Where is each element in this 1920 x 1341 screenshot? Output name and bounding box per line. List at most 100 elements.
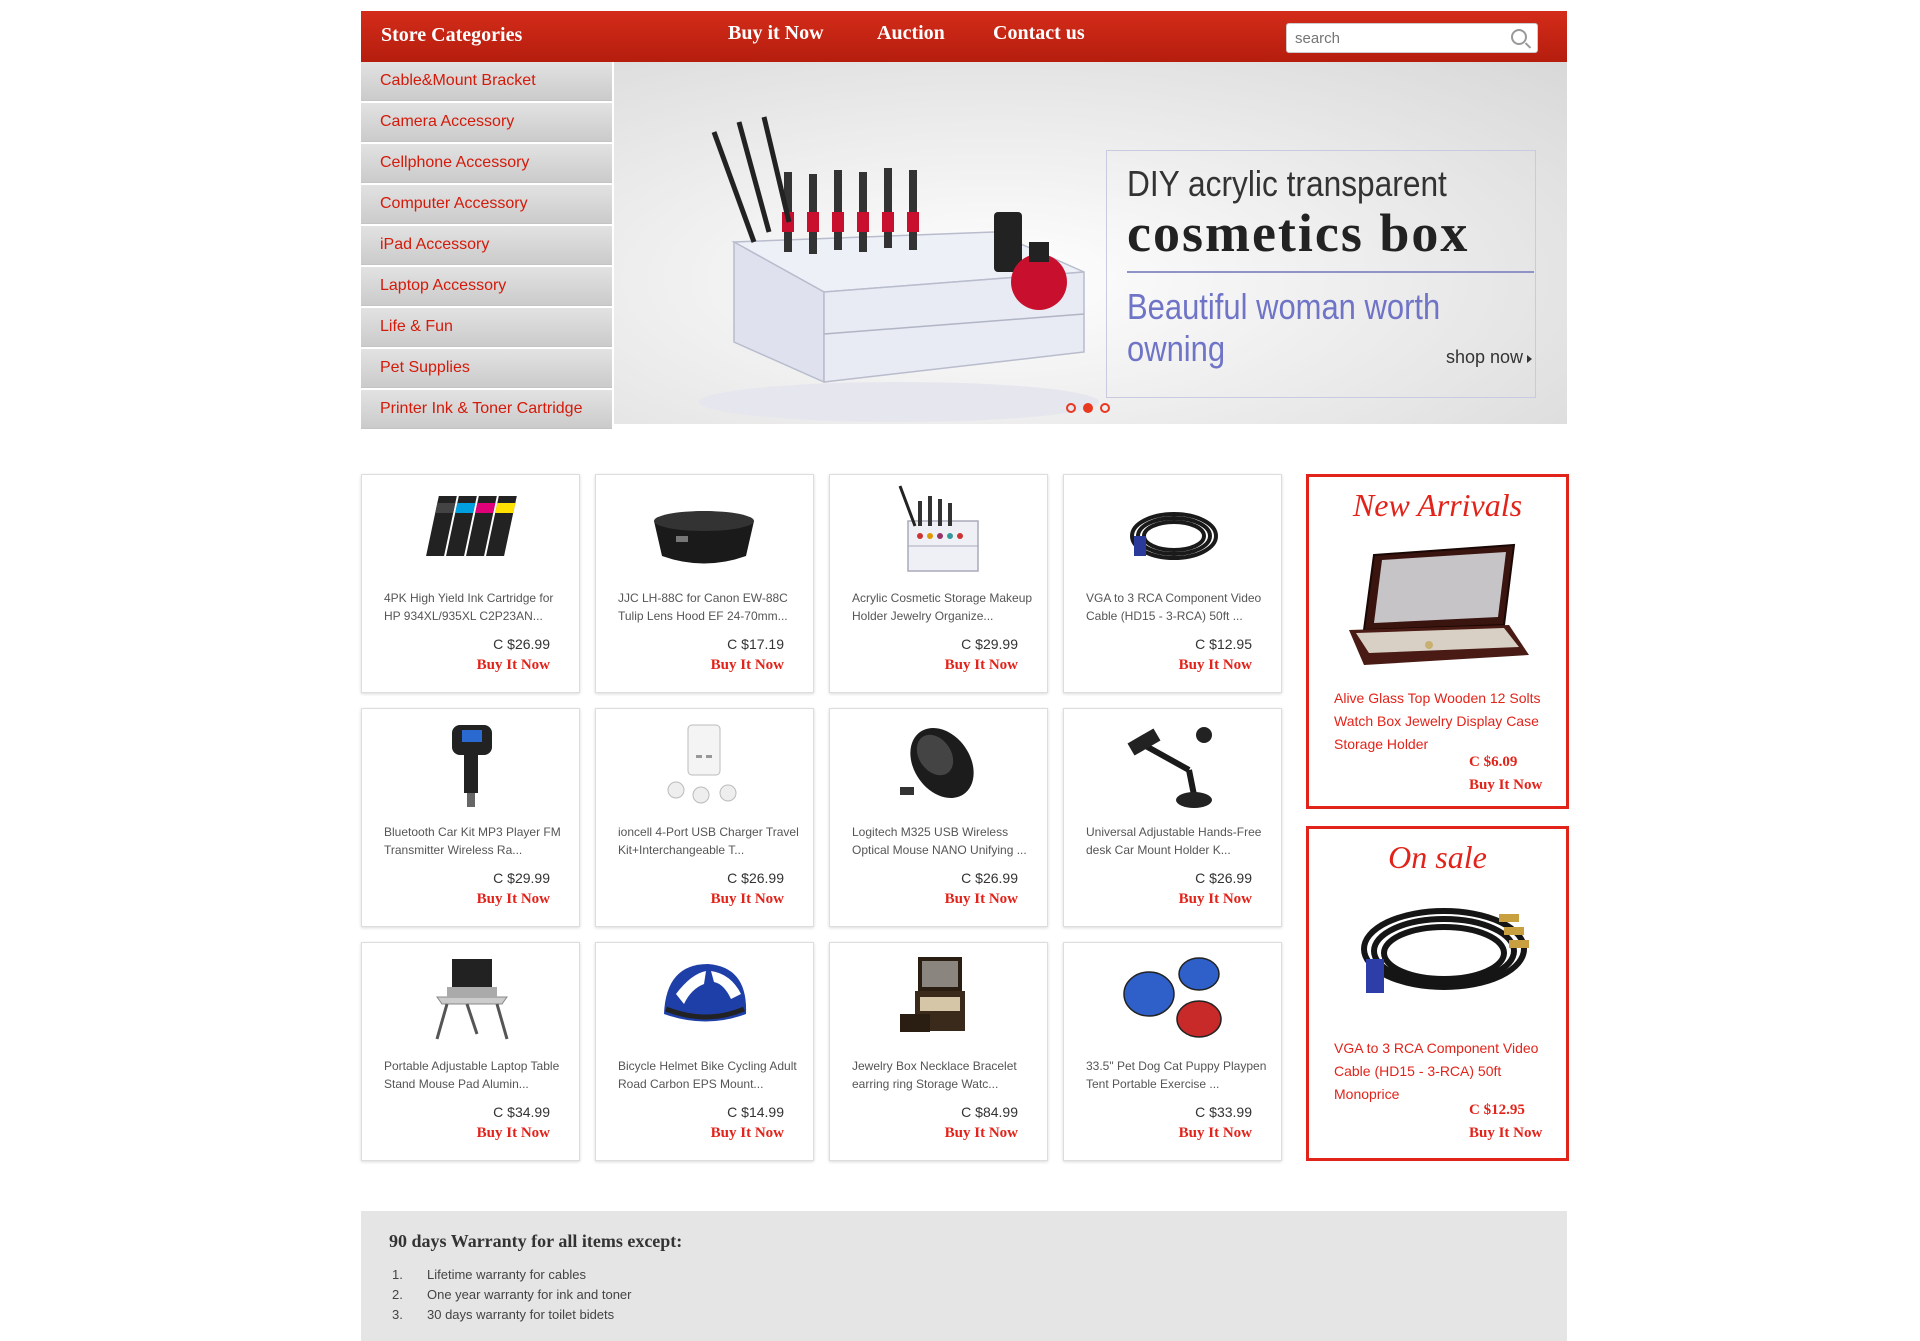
product-card[interactable]: Acrylic Cosmetic Storage Makeup Holder J… <box>829 474 1048 693</box>
buy-it-now-button[interactable]: Buy It Now <box>711 1125 784 1142</box>
nav-buy-it-now[interactable]: Buy it Now <box>728 22 824 45</box>
new-arrivals-price: C $6.09 <box>1469 754 1518 770</box>
laptop-table-icon <box>435 959 509 1040</box>
on-sale-title[interactable]: VGA to 3 RCA Component Video Cable (HD15… <box>1334 1037 1549 1106</box>
product-title: Bicycle Helmet Bike Cycling Adult Road C… <box>618 1059 797 1091</box>
product-title: JJC LH-88C for Canon EW-88C Tulip Lens H… <box>618 591 788 623</box>
carousel-dot-2[interactable] <box>1083 403 1093 413</box>
search-input[interactable] <box>1293 24 1497 52</box>
search-box <box>1286 23 1538 53</box>
warranty-title: 90 days Warranty for all items except: <box>389 1231 683 1251</box>
shop-now-link[interactable]: shop now <box>1446 347 1533 368</box>
cable-icon <box>1361 908 1529 993</box>
mouse-icon <box>900 727 974 799</box>
product-card[interactable]: VGA to 3 RCA Component Video Cable (HD15… <box>1063 474 1282 693</box>
product-title: 33.5" Pet Dog Cat Puppy Playpen Tent Por… <box>1086 1059 1267 1091</box>
shop-now-label: shop now <box>1446 347 1524 367</box>
carousel-dot-1[interactable] <box>1066 403 1076 413</box>
new-arrivals-title[interactable]: Alive Glass Top Wooden 12 Solts Watch Bo… <box>1334 687 1549 756</box>
buy-it-now-button[interactable]: Buy It Now <box>477 891 550 908</box>
product-card[interactable]: Logitech M325 USB Wireless Optical Mouse… <box>829 708 1048 927</box>
buy-it-now-button[interactable]: Buy It Now <box>945 1125 1018 1142</box>
product-price: C $14.99 <box>727 1104 784 1120</box>
new-arrivals-panel[interactable]: New Arrivals Alive Glass Top Wooden 12 S… <box>1306 474 1569 809</box>
product-price: C $26.99 <box>1195 870 1252 886</box>
product-card[interactable]: Portable Adjustable Laptop Table Stand M… <box>361 942 580 1161</box>
on-sale-heading: On sale <box>1388 839 1487 875</box>
sidebar-item-cable-mount[interactable]: Cable&Mount Bracket <box>361 62 612 101</box>
product-price: C $26.99 <box>493 636 550 652</box>
carousel-dot-3[interactable] <box>1100 403 1110 413</box>
product-card[interactable]: JJC LH-88C for Canon EW-88C Tulip Lens H… <box>595 474 814 693</box>
product-card[interactable]: 4PK High Yield Ink Cartridge for HP 934X… <box>361 474 580 693</box>
search-icon[interactable] <box>1511 29 1527 45</box>
product-price: C $26.99 <box>961 870 1018 886</box>
warranty-item-number: 3. <box>392 1307 403 1322</box>
product-card[interactable]: Universal Adjustable Hands-Free desk Car… <box>1063 708 1282 927</box>
cosmetic-organizer-icon <box>898 485 979 572</box>
product-title: Logitech M325 USB Wireless Optical Mouse… <box>852 825 1027 857</box>
warranty-item-text: One year warranty for ink and toner <box>427 1287 632 1302</box>
nav-auction[interactable]: Auction <box>877 22 945 45</box>
usb-charger-icon <box>667 724 737 804</box>
banner-line-2: cosmetics box <box>1127 203 1470 263</box>
cosmetics-box-image <box>699 116 1099 422</box>
product-price: C $84.99 <box>961 1104 1018 1120</box>
warranty-item-text: Lifetime warranty for cables <box>427 1267 586 1282</box>
buy-it-now-button[interactable]: Buy It Now <box>477 1125 550 1142</box>
buy-it-now-button[interactable]: Buy It Now <box>945 891 1018 908</box>
product-price: C $29.99 <box>961 636 1018 652</box>
buy-it-now-button[interactable]: Buy It Now <box>1179 1125 1252 1142</box>
nav-contact-us[interactable]: Contact us <box>993 22 1085 45</box>
sidebar-item-computer[interactable]: Computer Accessory <box>361 185 612 224</box>
warranty-item-number: 1. <box>392 1267 403 1282</box>
store-categories-title: Store Categories <box>381 24 523 46</box>
product-price: C $29.99 <box>493 870 550 886</box>
product-title: Acrylic Cosmetic Storage Makeup Holder J… <box>852 591 1033 623</box>
product-card[interactable]: Jewelry Box Necklace Bracelet earring ri… <box>829 942 1048 1161</box>
product-card[interactable]: 33.5" Pet Dog Cat Puppy Playpen Tent Por… <box>1063 942 1282 1161</box>
product-title: 4PK High Yield Ink Cartridge for HP 934X… <box>384 591 554 623</box>
sidebar-item-ipad[interactable]: iPad Accessory <box>361 226 612 265</box>
buy-it-now-button[interactable]: Buy It Now <box>477 657 550 674</box>
on-sale-panel[interactable]: On sale VGA to 3 RCA Component Video Cab… <box>1306 826 1569 1161</box>
new-arrivals-buy-button[interactable]: Buy It Now <box>1469 777 1542 794</box>
sidebar-item-cellphone[interactable]: Cellphone Accessory <box>361 144 612 183</box>
product-title: Bluetooth Car Kit MP3 Player FM Transmit… <box>384 825 561 857</box>
helmet-icon <box>664 964 747 1022</box>
car-mount-icon <box>1127 727 1212 808</box>
watch-box-icon <box>1349 543 1529 665</box>
product-card[interactable]: Bluetooth Car Kit MP3 Player FM Transmit… <box>361 708 580 927</box>
sidebar-item-life-fun[interactable]: Life & Fun <box>361 308 612 347</box>
buy-it-now-button[interactable]: Buy It Now <box>1179 657 1252 674</box>
product-card[interactable]: ioncell 4-Port USB Charger Travel Kit+In… <box>595 708 814 927</box>
warranty-item-text: 30 days warranty for toilet bidets <box>427 1307 615 1322</box>
banner-line-1: DIY acrylic transparent <box>1127 163 1447 204</box>
on-sale-buy-button[interactable]: Buy It Now <box>1469 1125 1542 1142</box>
on-sale-price: C $12.95 <box>1469 1102 1525 1118</box>
sidebar-item-laptop[interactable]: Laptop Accessory <box>361 267 612 306</box>
product-card[interactable]: Bicycle Helmet Bike Cycling Adult Road C… <box>595 942 814 1161</box>
product-title: ioncell 4-Port USB Charger Travel Kit+In… <box>618 825 799 857</box>
product-title: Universal Adjustable Hands-Free desk Car… <box>1086 825 1262 857</box>
buy-it-now-button[interactable]: Buy It Now <box>945 657 1018 674</box>
carousel-dots <box>1066 400 1117 418</box>
cable-icon <box>1130 512 1218 560</box>
product-price: C $12.95 <box>1195 636 1252 652</box>
arrow-right-icon <box>1527 355 1533 363</box>
sidebar-item-pet-supplies[interactable]: Pet Supplies <box>361 349 612 388</box>
buy-it-now-button[interactable]: Buy It Now <box>1179 891 1252 908</box>
fm-transmitter-icon <box>452 725 492 807</box>
product-price: C $34.99 <box>493 1104 550 1120</box>
lens-hood-icon <box>654 511 754 564</box>
hero-banner[interactable]: DIY acrylic transparent cosmetics box Be… <box>614 62 1567 424</box>
sidebar-item-camera[interactable]: Camera Accessory <box>361 103 612 142</box>
buy-it-now-button[interactable]: Buy It Now <box>711 891 784 908</box>
ink-cartridges-icon <box>426 496 517 556</box>
product-title: Portable Adjustable Laptop Table Stand M… <box>384 1059 560 1091</box>
banner-divider <box>1127 271 1534 273</box>
sidebar-item-printer-ink[interactable]: Printer Ink & Toner Cartridge <box>361 390 612 429</box>
new-arrivals-heading: New Arrivals <box>1352 487 1523 523</box>
buy-it-now-button[interactable]: Buy It Now <box>711 657 784 674</box>
category-sidebar: Cable&Mount Bracket Camera Accessory Cel… <box>361 62 612 431</box>
